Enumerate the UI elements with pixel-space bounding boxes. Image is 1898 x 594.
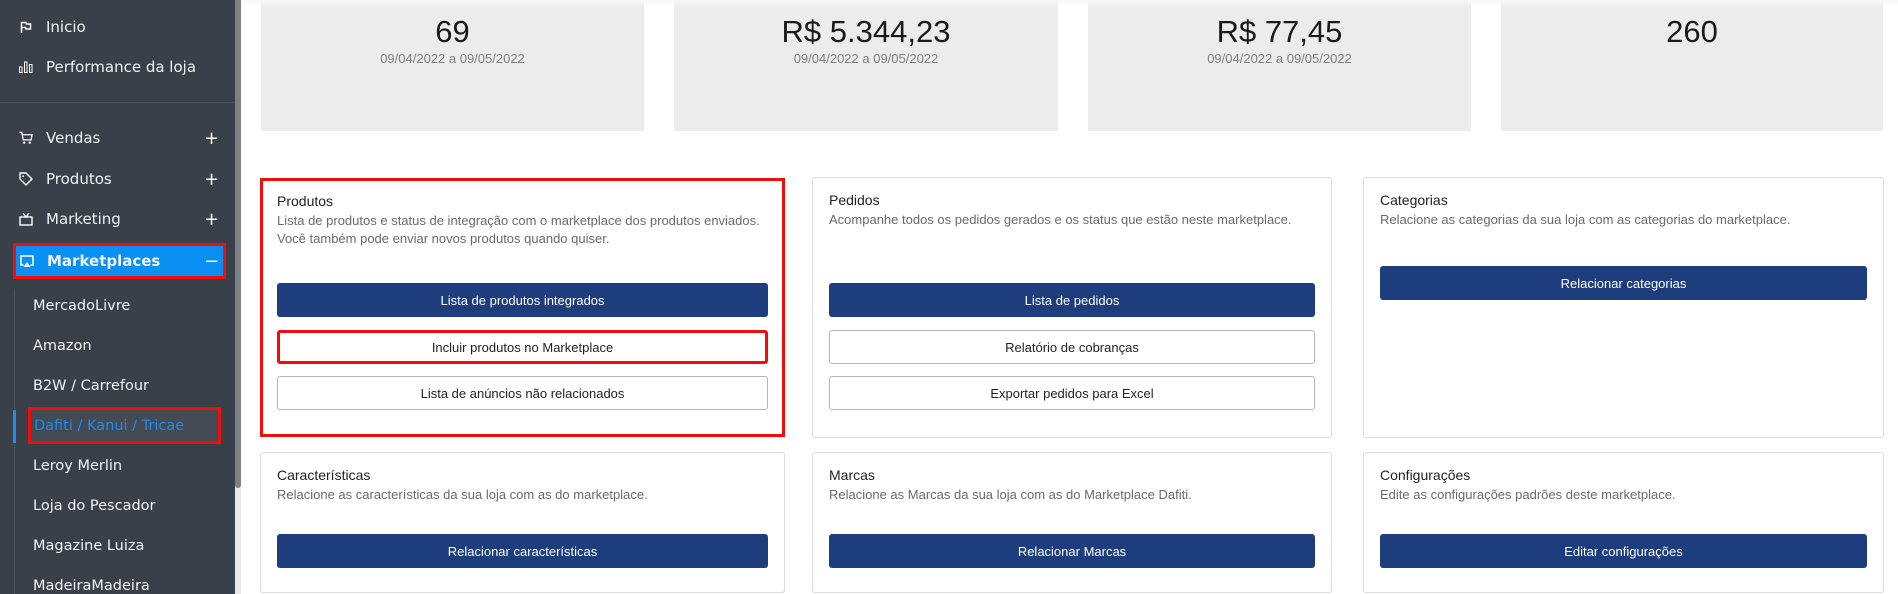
edit-settings-button[interactable]: Editar configurações: [1380, 534, 1867, 568]
marketplace-link-b2w-carrefour[interactable]: B2W / Carrefour: [33, 371, 149, 401]
stat-period: 09/04/2022 a 09/05/2022: [1207, 51, 1352, 66]
sidebar-item-label: Produtos: [46, 170, 112, 188]
relate-brands-button[interactable]: Relacionar Marcas: [829, 534, 1315, 568]
marketplace-link-dafiti[interactable]: Dafiti / Kanui / Tricae: [28, 407, 221, 444]
marketplace-link-loja-do-pescador[interactable]: Loja do Pescador: [33, 491, 156, 521]
sidebar-divider: [0, 102, 235, 103]
sidebar-item-marketing[interactable]: Marketing +: [0, 201, 235, 237]
cart-icon: [19, 131, 33, 145]
stat-card-average-ticket: R$ 77,45 09/04/2022 a 09/05/2022: [1088, 0, 1471, 131]
expand-icon[interactable]: +: [204, 169, 219, 190]
panel-title: Pedidos: [829, 192, 880, 208]
panel-configuracoes: Configurações Edite as configurações pad…: [1363, 452, 1884, 593]
sidebar-scrollbar-thumb[interactable]: [235, 0, 241, 488]
sidebar-item-produtos[interactable]: Produtos +: [0, 161, 235, 197]
panel-title: Produtos: [277, 193, 334, 209]
billing-report-button[interactable]: Relatório de cobranças: [829, 330, 1315, 364]
sidebar-item-label: Vendas: [46, 129, 101, 147]
sidebar-item-label: Performance da loja: [46, 58, 197, 76]
panel-description: Relacione as Marcas da sua loja com as d…: [829, 487, 1192, 502]
panel-title: Configurações: [1380, 467, 1471, 483]
expand-icon[interactable]: +: [204, 209, 219, 230]
panel-description: Acompanhe todos os pedidos gerados e os …: [829, 212, 1292, 227]
sidebar-item-vendas[interactable]: Vendas +: [0, 120, 235, 156]
relate-characteristics-button[interactable]: Relacionar características: [277, 534, 768, 568]
panel-caracteristicas: Características Relacione as característ…: [260, 452, 785, 593]
list-orders-button[interactable]: Lista de pedidos: [829, 283, 1315, 317]
panel-marcas: Marcas Relacione as Marcas da sua loja c…: [812, 452, 1332, 593]
active-indicator: [13, 410, 16, 443]
marketplace-link-amazon[interactable]: Amazon: [33, 331, 92, 361]
panel-title: Categorias: [1380, 192, 1448, 208]
stat-card-revenue: R$ 5.344,23 09/04/2022 a 09/05/2022: [674, 0, 1058, 131]
unrelated-ads-button[interactable]: Lista de anúncios não relacionados: [277, 376, 768, 410]
panel-produtos: Produtos Lista de produtos e status de i…: [260, 178, 785, 437]
sidebar-item-label: Marketing: [46, 210, 121, 228]
stat-period: 09/04/2022 a 09/05/2022: [380, 51, 525, 66]
sidebar-item-performance[interactable]: Performance da loja: [0, 49, 235, 85]
panel-title: Características: [277, 467, 371, 483]
marketplace-link-madeiramadeira[interactable]: MadeiraMadeira: [33, 571, 150, 594]
stat-value: R$ 5.344,23: [781, 14, 951, 49]
flag-icon: [19, 20, 33, 34]
relate-categories-button[interactable]: Relacionar categorias: [1380, 266, 1867, 300]
panel-title: Marcas: [829, 467, 875, 483]
list-integrated-products-button[interactable]: Lista de produtos integrados: [277, 283, 768, 317]
sidebar: Inicio Performance da loja Vendas + Prod…: [0, 0, 235, 594]
panel-description: Relacione as características da sua loja…: [277, 487, 648, 502]
airplay-icon: [20, 254, 34, 268]
panel-description: Lista de produtos e status de integração…: [277, 213, 760, 246]
panel-description: Edite as configurações padrões deste mar…: [1380, 487, 1676, 502]
sidebar-item-label: Marketplaces: [47, 252, 161, 270]
sidebar-item-marketplaces[interactable]: Marketplaces −: [13, 243, 226, 279]
marketplace-link-mercadolivre[interactable]: MercadoLivre: [33, 291, 130, 321]
marketplace-link-magazine-luiza[interactable]: Magazine Luiza: [33, 531, 144, 561]
marketplace-link-leroy-merlin[interactable]: Leroy Merlin: [33, 451, 122, 481]
expand-icon[interactable]: +: [204, 128, 219, 149]
stat-card-orders: 69 09/04/2022 a 09/05/2022: [261, 0, 644, 131]
collapse-icon[interactable]: −: [204, 251, 219, 272]
panel-categorias: Categorias Relacione as categorias da su…: [1363, 177, 1884, 438]
panel-description: Relacione as categorias da sua loja com …: [1380, 212, 1791, 227]
tag-icon: [19, 172, 33, 186]
stat-period: 09/04/2022 a 09/05/2022: [793, 51, 939, 66]
panel-pedidos: Pedidos Acompanhe todos os pedidos gerad…: [812, 177, 1332, 438]
stat-card-products: 260: [1501, 0, 1883, 131]
tv-icon: [19, 212, 33, 226]
export-orders-excel-button[interactable]: Exportar pedidos para Excel: [829, 376, 1315, 410]
stat-value: 260: [1666, 14, 1718, 49]
include-products-button[interactable]: Incluir produtos no Marketplace: [277, 330, 768, 364]
stat-value: R$ 77,45: [1216, 14, 1343, 49]
stat-value: 69: [435, 14, 470, 49]
sidebar-item-label: Inicio: [46, 18, 86, 36]
sidebar-item-inicio[interactable]: Inicio: [0, 9, 235, 45]
bar-chart-icon: [19, 60, 33, 74]
